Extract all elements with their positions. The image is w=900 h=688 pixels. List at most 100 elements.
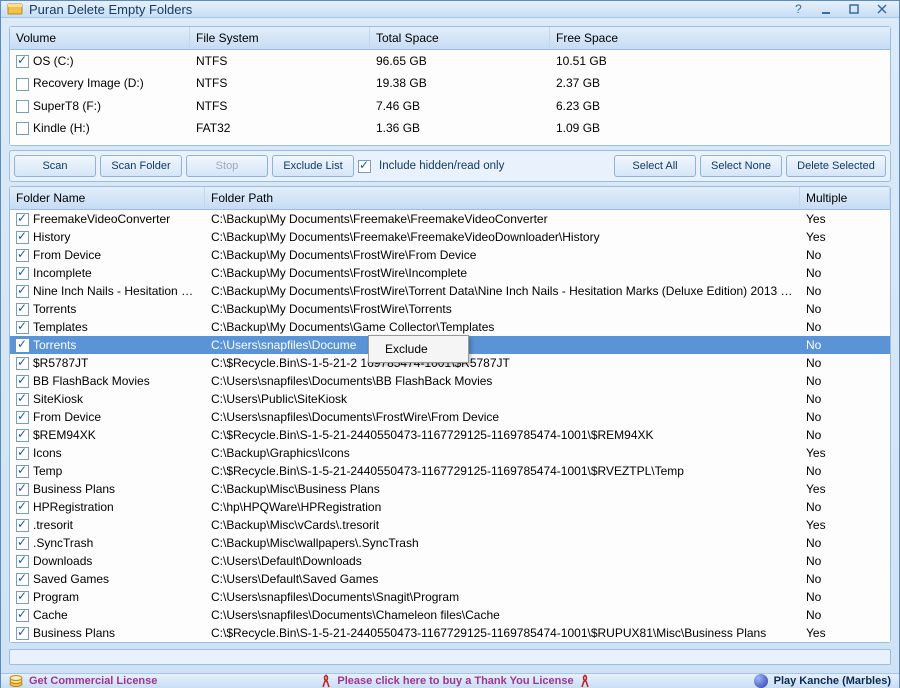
stop-button: Stop xyxy=(186,155,268,177)
folder-row[interactable]: Business PlansC:\Backup\Misc\Business Pl… xyxy=(10,480,890,498)
col-folder-path[interactable]: Folder Path xyxy=(205,187,800,209)
folder-row[interactable]: TempC:\$Recycle.Bin\S-1-5-21-2440550473-… xyxy=(10,462,890,480)
folder-row[interactable]: ProgramC:\Users\snapfiles\Documents\Snag… xyxy=(10,588,890,606)
folder-row[interactable]: .tresoritC:\Backup\Misc\vCards\.tresorit… xyxy=(10,516,890,534)
ribbon-icon xyxy=(580,674,590,688)
checkbox-icon[interactable] xyxy=(16,447,29,460)
folder-row[interactable]: HPRegistrationC:\hp\HPQWare\HPRegistrati… xyxy=(10,498,890,516)
checkbox-icon[interactable] xyxy=(16,267,29,280)
checkbox-icon[interactable] xyxy=(16,501,29,514)
folder-row[interactable]: IconsC:\Backup\Graphics\IconsYes xyxy=(10,444,890,462)
select-all-button[interactable]: Select All xyxy=(614,155,696,177)
checkbox-icon[interactable] xyxy=(16,519,29,532)
app-window: Puran Delete Empty Folders ? Volume File… xyxy=(0,0,900,688)
app-icon xyxy=(7,1,23,17)
ribbon-icon xyxy=(321,674,331,688)
folder-row[interactable]: TemplatesC:\Backup\My Documents\Game Col… xyxy=(10,318,890,336)
checkbox-icon[interactable] xyxy=(16,573,29,586)
checkbox-icon[interactable] xyxy=(16,627,29,640)
volumes-list[interactable]: OS (C:)NTFS96.65 GB10.51 GBRecovery Imag… xyxy=(10,50,890,145)
folder-row[interactable]: CacheC:\Users\snapfiles\Documents\Chamel… xyxy=(10,606,890,624)
thankyou-label: Please click here to buy a Thank You Lic… xyxy=(337,675,573,687)
checkbox-icon[interactable] xyxy=(16,411,29,424)
play-kanche-link[interactable]: Play Kanche (Marbles) xyxy=(754,674,891,688)
checkbox-icon[interactable] xyxy=(16,357,29,370)
folders-list[interactable]: FreemakeVideoConverterC:\Backup\My Docum… xyxy=(10,210,890,642)
scan-button[interactable]: Scan xyxy=(14,155,96,177)
kanche-label: Play Kanche (Marbles) xyxy=(774,675,891,687)
folder-row[interactable]: DownloadsC:\Users\Default\DownloadsNo xyxy=(10,552,890,570)
col-folder-name[interactable]: Folder Name xyxy=(10,187,205,209)
commercial-label: Get Commercial License xyxy=(29,675,157,687)
folder-row[interactable]: HistoryC:\Backup\My Documents\Freemake\F… xyxy=(10,228,890,246)
volume-row[interactable]: OS (C:)NTFS96.65 GB10.51 GB xyxy=(10,50,890,72)
checkbox-icon[interactable] xyxy=(16,285,29,298)
folder-row[interactable]: Nine Inch Nails - Hesitation Marks...C:\… xyxy=(10,282,890,300)
checkbox-icon xyxy=(358,160,371,173)
checkbox-icon[interactable] xyxy=(16,537,29,550)
footer: Get Commercial License Please click here… xyxy=(1,673,899,688)
col-freespace[interactable]: Free Space xyxy=(550,27,890,49)
close-button[interactable] xyxy=(871,1,893,17)
minimize-button[interactable] xyxy=(815,1,837,17)
checkbox-icon[interactable] xyxy=(16,122,29,135)
checkbox-icon[interactable] xyxy=(16,249,29,262)
checkbox-icon[interactable] xyxy=(16,609,29,622)
titlebar: Puran Delete Empty Folders ? xyxy=(1,1,899,18)
checkbox-icon[interactable] xyxy=(16,303,29,316)
status-bar xyxy=(9,649,891,665)
main-area: Volume File System Total Space Free Spac… xyxy=(1,18,899,673)
maximize-button[interactable] xyxy=(843,1,865,17)
volumes-header: Volume File System Total Space Free Spac… xyxy=(10,27,890,50)
checkbox-icon[interactable] xyxy=(16,213,29,226)
exclude-list-button[interactable]: Exclude List xyxy=(272,155,354,177)
folder-row[interactable]: From DeviceC:\Users\snapfiles\Documents\… xyxy=(10,408,890,426)
checkbox-icon[interactable] xyxy=(16,591,29,604)
checkbox-icon[interactable] xyxy=(16,78,29,91)
col-multiple[interactable]: Multiple xyxy=(800,187,890,209)
folder-row[interactable]: From DeviceC:\Backup\My Documents\FrostW… xyxy=(10,246,890,264)
folder-row[interactable]: SiteKioskC:\Users\Public\SiteKioskNo xyxy=(10,390,890,408)
select-none-button[interactable]: Select None xyxy=(700,155,782,177)
folder-row[interactable]: Saved GamesC:\Users\Default\Saved GamesN… xyxy=(10,570,890,588)
context-menu: Exclude xyxy=(368,335,469,363)
svg-text:?: ? xyxy=(795,3,802,15)
volume-row[interactable]: Kindle (H:)FAT321.36 GB1.09 GB xyxy=(10,117,890,139)
checkbox-icon[interactable] xyxy=(16,100,29,113)
col-totalspace[interactable]: Total Space xyxy=(370,27,550,49)
folders-panel: Folder Name Folder Path Multiple Freemak… xyxy=(9,186,891,643)
folder-row[interactable]: $REM94XKC:\$Recycle.Bin\S-1-5-21-2440550… xyxy=(10,426,890,444)
folder-row[interactable]: TorrentsC:\Backup\My Documents\FrostWire… xyxy=(10,300,890,318)
folder-row[interactable]: IncompleteC:\Backup\My Documents\FrostWi… xyxy=(10,264,890,282)
volume-row[interactable]: SuperT8 (F:)NTFS7.46 GB6.23 GB xyxy=(10,95,890,117)
commercial-license-link[interactable]: Get Commercial License xyxy=(9,674,157,688)
volume-row[interactable]: Recovery Image (D:)NTFS19.38 GB2.37 GB xyxy=(10,72,890,94)
include-hidden-checkbox[interactable]: Include hidden/read only xyxy=(358,160,504,173)
thankyou-license-link[interactable]: Please click here to buy a Thank You Lic… xyxy=(167,674,743,688)
checkbox-icon[interactable] xyxy=(16,321,29,334)
folder-row[interactable]: BB FlashBack MoviesC:\Users\snapfiles\Do… xyxy=(10,372,890,390)
col-filesystem[interactable]: File System xyxy=(190,27,370,49)
volume-row[interactable]: Storage (I:)NTFS596.17 GB149.44 GB xyxy=(10,139,890,145)
col-volume[interactable]: Volume xyxy=(10,27,190,49)
checkbox-icon[interactable] xyxy=(16,231,29,244)
folder-row[interactable]: .SyncTrashC:\Backup\Misc\wallpapers\.Syn… xyxy=(10,534,890,552)
checkbox-icon[interactable] xyxy=(16,555,29,568)
checkbox-icon[interactable] xyxy=(16,465,29,478)
checkbox-icon[interactable] xyxy=(16,375,29,388)
toolbar: Scan Scan Folder Stop Exclude List Inclu… xyxy=(9,150,891,182)
folder-row[interactable]: Business PlansC:\$Recycle.Bin\S-1-5-21-2… xyxy=(10,624,890,642)
volumes-panel: Volume File System Total Space Free Spac… xyxy=(9,26,891,146)
checkbox-icon[interactable] xyxy=(16,429,29,442)
app-title: Puran Delete Empty Folders xyxy=(29,2,781,17)
folder-row[interactable]: FreemakeVideoConverterC:\Backup\My Docum… xyxy=(10,210,890,228)
context-exclude[interactable]: Exclude xyxy=(369,336,468,362)
delete-selected-button[interactable]: Delete Selected xyxy=(786,155,886,177)
checkbox-icon[interactable] xyxy=(16,55,29,68)
checkbox-icon[interactable] xyxy=(16,393,29,406)
checkbox-icon[interactable] xyxy=(16,483,29,496)
checkbox-icon[interactable] xyxy=(16,339,29,352)
scan-folder-button[interactable]: Scan Folder xyxy=(100,155,182,177)
help-button[interactable]: ? xyxy=(787,1,809,17)
stack-icon xyxy=(9,674,23,688)
